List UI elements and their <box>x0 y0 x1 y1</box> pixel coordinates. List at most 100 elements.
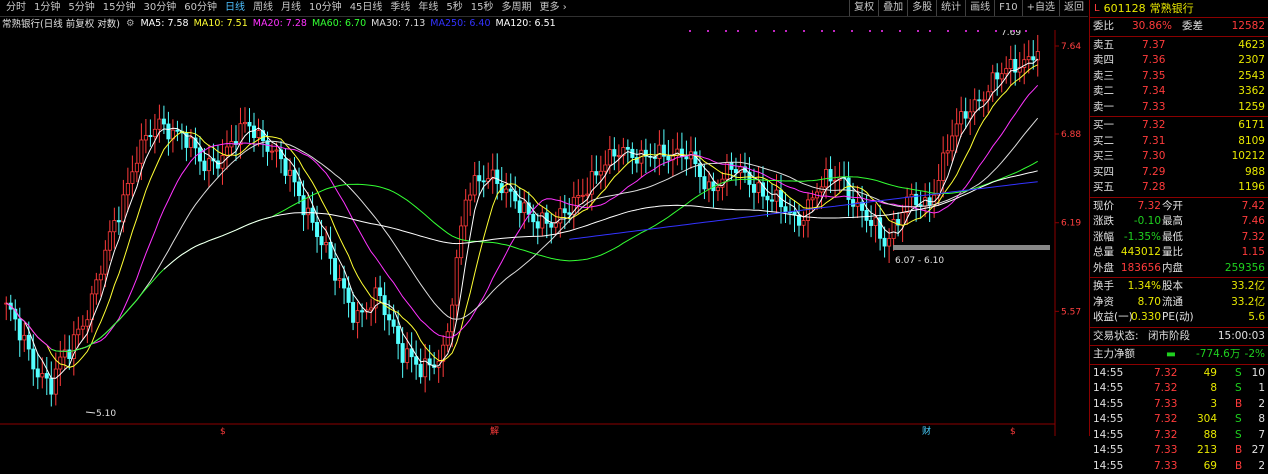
panel-cell: 7.31 <box>1142 134 1166 147</box>
panel-cell: B <box>1235 444 1243 456</box>
flow-bar: ▬ <box>1166 348 1176 360</box>
panel-cell: 1.34% <box>1127 280 1161 292</box>
info-dot <box>965 30 967 32</box>
panel-cell: S <box>1235 382 1242 394</box>
y-tick-label: 5.57 <box>1061 307 1081 317</box>
candle-body <box>17 318 22 341</box>
candle-body <box>161 118 166 125</box>
period-tab[interactable]: 分时 <box>2 0 30 16</box>
panel-cell: 1 <box>1258 382 1265 394</box>
candle-body <box>562 208 567 214</box>
panel-cell: 1.15 <box>1241 246 1265 258</box>
period-tab[interactable]: 60分钟 <box>180 0 221 16</box>
candle-body <box>1031 56 1036 61</box>
tool-button[interactable]: 统计 <box>936 0 965 16</box>
ma-label: MA20: 7.28 <box>252 17 307 29</box>
candle-body <box>85 319 90 327</box>
panel-row: 14:55 7.32 8 S 1 <box>1090 381 1268 396</box>
period-tab[interactable]: 30分钟 <box>139 0 180 16</box>
panel-cell: 1259 <box>1238 100 1265 113</box>
candle-body <box>941 152 946 181</box>
panel-cell: 49 <box>1203 366 1217 379</box>
period-tab[interactable]: 15秒 <box>467 0 498 16</box>
panel-cell: 33.2亿 <box>1231 280 1265 292</box>
candle-body <box>202 160 207 172</box>
panel-cell: 0.330 <box>1130 311 1161 323</box>
ma-legend: 常熟银行(日线 前复权 对数) ⚙ MA5: 7.58 MA10: 7.51 MA2… <box>2 16 556 31</box>
candle-body <box>468 194 473 201</box>
kline-chart[interactable]: 7.64 6.88 6.19 5.57 5.10 7.69 6.07 - 6.10 $ 解 财 $ <box>0 30 1088 436</box>
candle-body <box>387 314 392 321</box>
ma-label: MA120: 6.51 <box>495 17 556 29</box>
chart-title: 常熟银行(日线 前复权 对数) <box>2 19 120 30</box>
period-tab[interactable]: 1分钟 <box>30 0 64 16</box>
candle-body <box>869 219 874 226</box>
candle-body <box>706 181 711 190</box>
info-dot <box>725 30 727 32</box>
period-tab[interactable]: 日线 <box>221 0 249 16</box>
period-tab[interactable]: 季线 <box>386 0 414 16</box>
candle-body <box>378 287 383 297</box>
candle-body <box>26 334 31 350</box>
info-dot <box>773 30 775 32</box>
candle-body <box>733 169 738 174</box>
panel-cell: 7.34 <box>1142 85 1166 97</box>
tool-button[interactable]: 返回 <box>1059 0 1088 16</box>
panel-cell: 涨跌 <box>1093 215 1114 227</box>
period-tab[interactable]: 月线 <box>277 0 305 16</box>
candle-body <box>121 194 126 223</box>
tool-button[interactable]: +自选 <box>1021 0 1059 16</box>
panel-row: 净资 8.70 流通 33.2亿 <box>1090 295 1268 310</box>
candle-body <box>355 310 360 323</box>
panel-cell: 8 <box>1210 382 1217 394</box>
candle-body <box>801 220 806 226</box>
candle-body <box>391 319 396 327</box>
period-tab[interactable]: 15分钟 <box>99 0 140 16</box>
panel-cell: 12582 <box>1231 20 1265 32</box>
period-tab[interactable]: 周线 <box>249 0 277 16</box>
period-tab[interactable]: 5分钟 <box>64 0 98 16</box>
panel-cell: 10 <box>1251 366 1265 379</box>
candle-body <box>360 310 365 313</box>
candle-body <box>535 221 540 229</box>
candle-body <box>139 139 144 164</box>
panel-cell: 买五 <box>1093 181 1114 193</box>
panel-cell: 委差 <box>1182 20 1203 32</box>
candle-body <box>324 242 329 246</box>
tool-button[interactable]: 多股 <box>907 0 936 16</box>
candle-body <box>1035 51 1040 61</box>
period-tab[interactable]: 5秒 <box>442 0 466 16</box>
panel-cell: 14:55 <box>1093 366 1124 379</box>
candle-body <box>297 181 302 197</box>
panel-row: 卖一 7.33 1259 <box>1090 100 1268 115</box>
candle-body <box>684 156 689 160</box>
panel-row: 卖四 7.36 2307 <box>1090 53 1268 68</box>
panel-cell: 7.28 <box>1142 181 1166 193</box>
period-tab[interactable]: 10分钟 <box>305 0 346 16</box>
tool-button[interactable]: 画线 <box>965 0 994 16</box>
period-tab[interactable]: 45日线 <box>346 0 387 16</box>
tool-button[interactable]: F10 <box>994 0 1021 16</box>
stock-name: 常熟银行 <box>1149 2 1194 15</box>
settings-icon[interactable]: ⚙ <box>126 18 135 29</box>
tool-button[interactable]: 复权 <box>849 0 878 16</box>
panel-cell: 卖五 <box>1093 38 1114 51</box>
panel-cell: 最高 <box>1162 215 1183 227</box>
candle-body <box>197 147 202 162</box>
period-tab[interactable]: 多周期 <box>498 0 536 16</box>
candle-body <box>103 249 108 275</box>
candle-body <box>657 144 662 159</box>
candle-body <box>459 225 464 259</box>
tool-button[interactable]: 叠加 <box>878 0 907 16</box>
period-tab[interactable]: 更多 › <box>536 0 571 16</box>
candle-body <box>49 377 54 395</box>
stock-flag: L <box>1094 2 1100 14</box>
panel-cell: 委比 <box>1093 20 1114 32</box>
candle-body <box>517 200 522 214</box>
range-label: 6.07 - 6.10 <box>895 256 944 266</box>
panel-cell: -774.6万 <box>1196 348 1241 360</box>
period-tab[interactable]: 年线 <box>414 0 442 16</box>
panel-cell: 7.32 <box>1241 230 1265 243</box>
candle-body <box>936 180 941 196</box>
panel-cell: 14:55 <box>1093 428 1124 441</box>
